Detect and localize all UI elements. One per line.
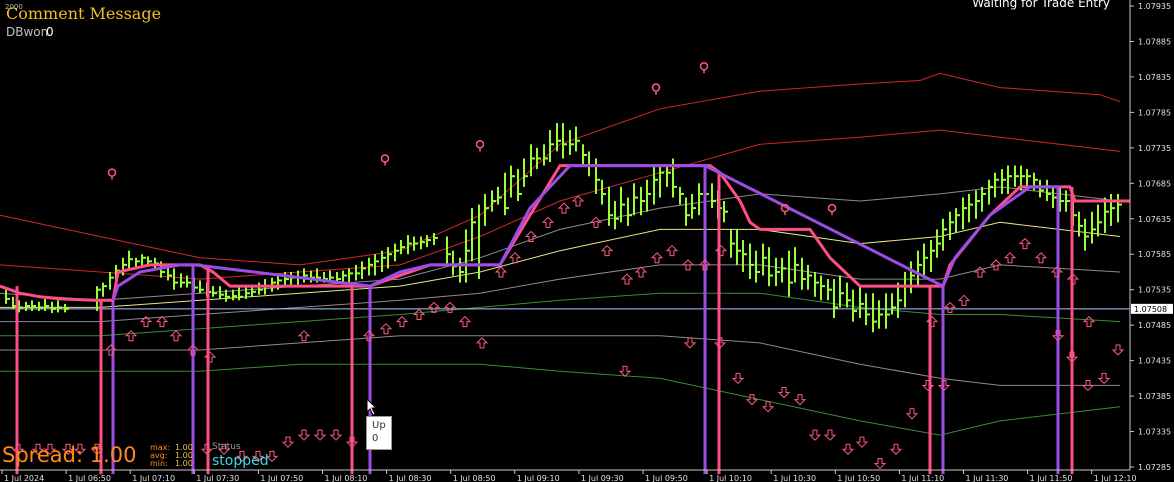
y-tick-label: 1.07735 [1138,144,1171,153]
tooltip: Up 0 [366,416,392,450]
x-tick-label: 1 Jul 2024 [4,474,44,482]
x-tick-label: 1 Jul 10:10 [709,474,752,482]
x-tick-label: 1 Jul 08:30 [389,474,432,482]
comment-title: Comment Message [6,4,162,23]
mouse-cursor-icon [366,398,378,416]
trade-status-text: Waiting for Trade Entry [972,0,1110,10]
x-tick-label: 1 Jul 07:50 [260,474,303,482]
y-tick-label: 1.07685 [1138,179,1171,188]
x-tick-label: 1 Jul 11:30 [966,474,1009,482]
y-tick-label: 1.07885 [1138,37,1171,46]
y-tick-label: 1.07635 [1138,215,1171,224]
x-tick-label: 1 Jul 09:10 [517,474,560,482]
dbwon-label: DBwon [6,25,49,39]
spread-readout: Spread: 1.00 [2,443,137,467]
current-price-label: 1.07508 [1134,305,1167,314]
status-value: stopped [212,453,269,469]
price-chart[interactable]: 1.07935 1.07885 1.07835 1.07785 1.07735 1.076… [0,0,1174,482]
x-tick-label: 1 Jul 06:50 [68,474,111,482]
x-tick-label: 1 Jul 11:10 [901,474,944,482]
y-tick-label: 1.07785 [1138,108,1171,117]
y-tick-label: 1.07285 [1138,463,1171,472]
x-tick-label: 1 Jul 07:10 [132,474,175,482]
tooltip-line2: 0 [372,433,379,444]
y-tick-label: 1.07485 [1138,321,1171,330]
x-tick-label: 1 Jul 07:30 [196,474,239,482]
x-tick-label: 1 Jul 10:30 [773,474,816,482]
y-tick-label: 1.07835 [1138,73,1171,82]
y-tick-label: 1.07435 [1138,357,1171,366]
min-label: min: [150,459,168,468]
y-tick-label: 1.07385 [1138,392,1171,401]
x-tick-label: 1 Jul 11:50 [1030,474,1073,482]
x-tick-label: 1 Jul 09:50 [645,474,688,482]
x-tick-label: 1 Jul 08:50 [453,474,496,482]
x-tick-label: 1 Jul 09:30 [581,474,624,482]
y-tick-label: 1.07535 [1138,286,1171,295]
tooltip-line1: Up [372,420,386,431]
dbwon-value: 0 [46,25,54,39]
y-tick-label: 1.07585 [1138,250,1171,259]
status-label: Status [212,442,241,452]
min-value: 1.00 [175,459,193,468]
chart-background [0,0,1174,482]
x-tick-label: 1 Jul 10:50 [837,474,880,482]
y-tick-label: 1.07935 [1138,2,1171,11]
y-tick-label: 1.07335 [1138,428,1171,437]
x-tick-label: 1 Jul 12:10 [1094,474,1137,482]
x-tick-label: 1 Jul 08:10 [325,474,368,482]
